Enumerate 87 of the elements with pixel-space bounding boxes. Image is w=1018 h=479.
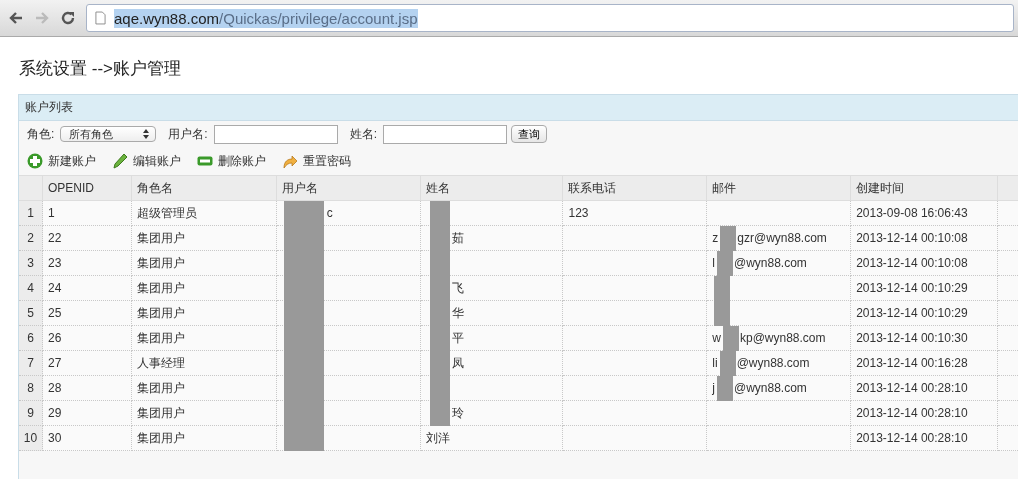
- table-cell: 人事经理: [131, 351, 277, 376]
- back-icon[interactable]: [8, 10, 24, 26]
- address-bar[interactable]: aqe.wyn88.com/Quickas/privilege/account.jsp: [86, 4, 1014, 32]
- table-cell: 集团用户: [131, 276, 277, 301]
- table-cell: 23: [42, 251, 132, 276]
- search-button[interactable]: 查询: [511, 125, 548, 143]
- cell-text: w: [712, 331, 721, 345]
- cell-text: @wyn88.com: [734, 381, 807, 395]
- cell-text: l: [712, 256, 715, 270]
- minus-icon: [197, 156, 213, 166]
- table-cell: 集团用户: [131, 226, 277, 251]
- table-cell: 30: [42, 426, 132, 451]
- table-cell: 集团用户: [131, 426, 277, 451]
- row-number: 8: [19, 376, 43, 401]
- column-header[interactable]: 角色名: [131, 176, 277, 201]
- table-cell: 27: [42, 351, 132, 376]
- row-number: 7: [19, 351, 43, 376]
- filter-label: 角色:: [27, 125, 55, 143]
- cell-text: @wyn88.com: [736, 356, 810, 370]
- cell-text: gzr@wyn88.com: [737, 231, 827, 245]
- row-number: 6: [19, 326, 43, 351]
- row-number: 1: [19, 201, 43, 226]
- cell-text: 玲: [451, 404, 464, 422]
- table-cell: 集团用户: [131, 326, 277, 351]
- table-cell: 2013-12-14 00:10:29: [851, 276, 999, 301]
- table-cell: 25: [42, 301, 132, 326]
- cell-text: c: [326, 206, 333, 220]
- stepper-icon: [143, 129, 150, 139]
- table-cell: 24: [42, 276, 132, 301]
- table-cell: 1: [42, 201, 132, 226]
- row-number: 10: [19, 426, 43, 451]
- table-cell: 2013-12-14 00:10:08: [851, 251, 999, 276]
- table-cell: 29: [42, 401, 132, 426]
- filter-label: 用户名:: [168, 125, 208, 143]
- row-number: 2: [19, 226, 43, 251]
- cell-text: 平: [451, 329, 464, 347]
- column-header[interactable]: 联系电话: [563, 176, 708, 201]
- table-cell: 26: [42, 326, 132, 351]
- table-cell: 2013-12-14 00:10:08: [851, 226, 999, 251]
- table-cell: 2013-12-14 00:10:29: [851, 301, 999, 326]
- curved-arrow-icon: [282, 153, 298, 169]
- column-header[interactable]: 创建时间: [851, 176, 999, 201]
- row-number: 5: [19, 301, 43, 326]
- cell-text: 刘洋: [425, 429, 450, 447]
- table-cell: 集团用户: [131, 376, 277, 401]
- cell-text: 华: [451, 304, 464, 322]
- input-field[interactable]: [213, 124, 338, 144]
- cell-text: z: [712, 231, 719, 245]
- reload-icon[interactable]: [60, 10, 76, 26]
- table-cell: 2013-12-14 00:16:28: [851, 351, 999, 376]
- page-title: 系统设置 -->账户管理: [19, 58, 182, 80]
- table-cell: 2013-12-14 00:28:10: [851, 426, 999, 451]
- url-text: aqe.wyn88.com/Quickas/privilege/account.jsp: [114, 8, 418, 28]
- action-link[interactable]: 删除账户: [197, 152, 266, 170]
- column-header[interactable]: 邮件: [707, 176, 852, 201]
- action-link[interactable]: 编辑账户: [112, 152, 181, 170]
- cell-text: 飞: [451, 279, 464, 297]
- table-cell: 28: [42, 376, 132, 401]
- input-field[interactable]: [383, 124, 508, 144]
- table-cell: 2013-12-14 00:28:10: [851, 401, 999, 426]
- row-number: 3: [19, 251, 43, 276]
- cell-text: j: [712, 381, 715, 395]
- cell-text: li: [712, 356, 718, 370]
- table-cell: 2013-12-14 00:28:10: [851, 376, 999, 401]
- cell-text: kp@wyn88.com: [740, 331, 826, 345]
- table-cell: 集团用户: [131, 251, 277, 276]
- table-cell: 集团用户: [131, 301, 277, 326]
- action-link[interactable]: 重置密码: [282, 152, 351, 170]
- table-cell: 2013-09-08 16:06:43: [851, 201, 999, 226]
- pencil-icon: [112, 153, 128, 169]
- page-icon: [95, 11, 106, 25]
- table-cell: 22: [42, 226, 132, 251]
- panel-title: 账户列表: [25, 99, 73, 116]
- role-select[interactable]: 所有角色: [60, 126, 157, 142]
- table-cell: 超级管理员: [131, 201, 277, 226]
- plus-icon: [27, 153, 43, 169]
- row-number: 4: [19, 276, 43, 301]
- cell-text: @wyn88.com: [734, 256, 807, 270]
- table-cell: 集团用户: [131, 401, 277, 426]
- table-cell: 123: [563, 201, 708, 226]
- action-link[interactable]: 新建账户: [27, 152, 96, 170]
- table-cell: 2013-12-14 00:10:30: [851, 326, 999, 351]
- cell-text: 凤: [451, 354, 464, 372]
- row-number: 9: [19, 401, 43, 426]
- filter-label: 姓名:: [349, 125, 378, 143]
- column-header[interactable]: OPENID: [42, 176, 132, 201]
- cell-text: 茹: [451, 229, 464, 247]
